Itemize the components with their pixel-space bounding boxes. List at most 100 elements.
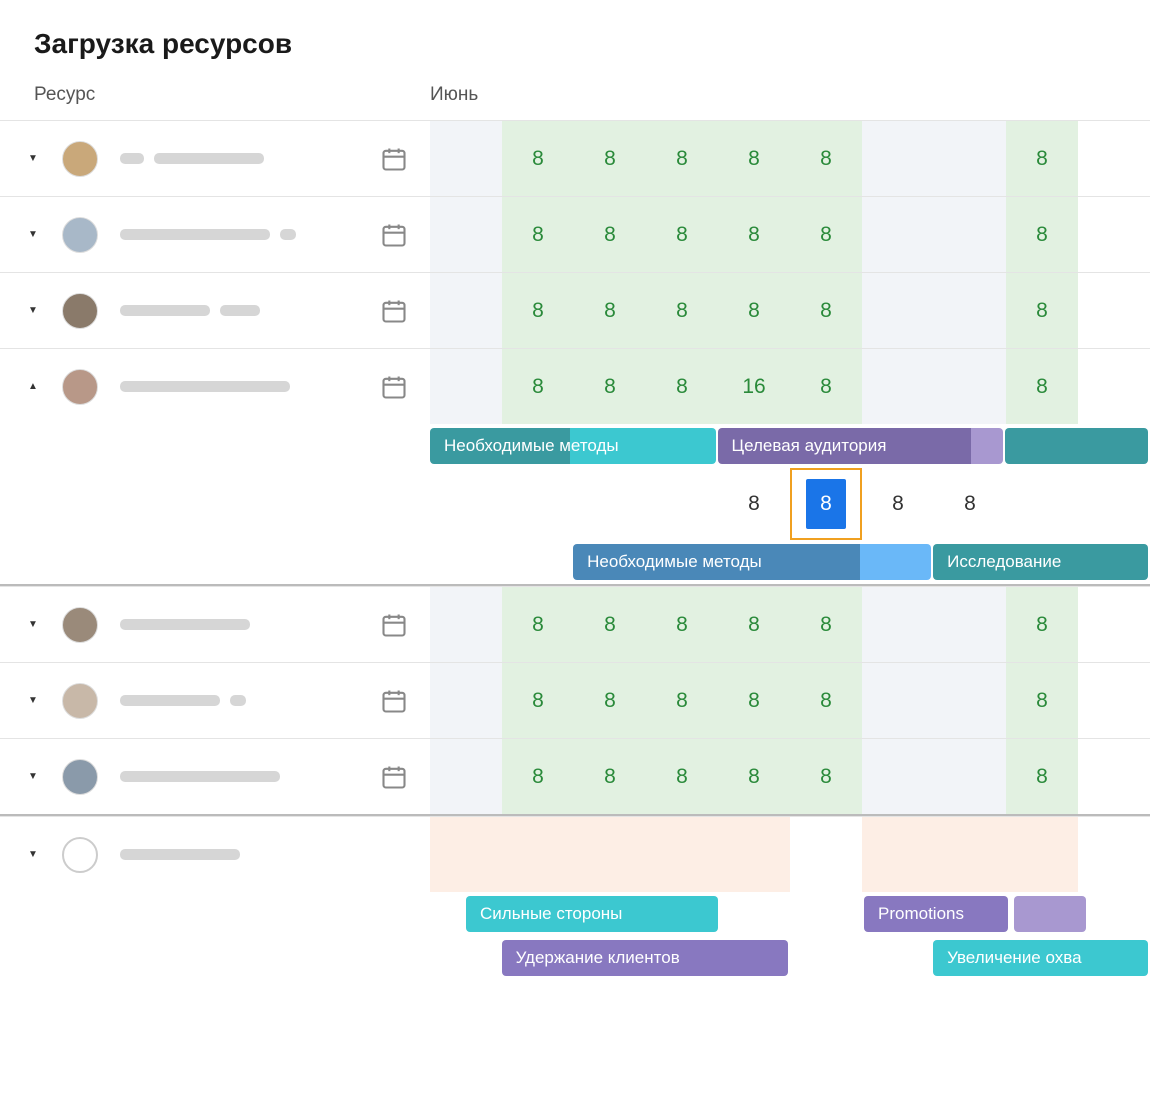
day-cell xyxy=(934,817,1006,892)
expand-toggle[interactable]: ▼ xyxy=(28,849,48,860)
task-bar[interactable]: Необходимые методы xyxy=(430,428,716,464)
task-bar-tail[interactable] xyxy=(971,428,1003,464)
calendar-icon[interactable] xyxy=(380,611,408,639)
hours-cell: 8 xyxy=(790,587,862,662)
hours-cell: 8 xyxy=(574,121,646,196)
task-row: Необходимые методыЦелевая аудитория xyxy=(0,424,1150,468)
resource-row: ▼ xyxy=(0,816,1150,892)
avatar xyxy=(62,759,98,795)
day-cell xyxy=(430,349,502,424)
day-cell xyxy=(430,273,502,348)
hours-cell: 8 xyxy=(790,663,862,738)
day-cell xyxy=(862,197,934,272)
hours-cell: 8 xyxy=(502,587,574,662)
resource-row: ▼ 888888 xyxy=(0,662,1150,738)
hours-cell: 8 xyxy=(718,663,790,738)
expand-toggle[interactable]: ▼ xyxy=(28,305,48,316)
hours-cell: 8 xyxy=(790,273,862,348)
calendar-icon[interactable] xyxy=(380,221,408,249)
day-cell xyxy=(430,739,502,814)
task-bar[interactable]: Исследование xyxy=(933,544,1148,580)
expand-toggle[interactable]: ▼ xyxy=(28,619,48,630)
avatar xyxy=(62,217,98,253)
resource-row: ▼ 888888 xyxy=(0,120,1150,196)
hours-cell: 8 xyxy=(718,587,790,662)
avatar xyxy=(62,293,98,329)
hours-cell: 8 xyxy=(502,121,574,196)
day-cell xyxy=(502,817,574,892)
task-bar[interactable]: Удержание клиентов xyxy=(502,940,788,976)
task-row: Сильные стороны Promotions xyxy=(0,892,1150,936)
hours-cell: 8 xyxy=(718,468,790,540)
hours-cell: 8 xyxy=(718,739,790,814)
day-cell xyxy=(1006,817,1078,892)
day-cell xyxy=(646,817,718,892)
hours-cell: 8 xyxy=(790,121,862,196)
task-row: Необходимые методы Исследование xyxy=(0,540,1150,584)
day-cell xyxy=(862,121,934,196)
name-placeholder xyxy=(120,229,270,240)
expand-toggle[interactable]: ▼ xyxy=(28,153,48,164)
day-cell xyxy=(862,663,934,738)
calendar-icon[interactable] xyxy=(380,297,408,325)
task-bar[interactable] xyxy=(1005,428,1148,464)
day-cell xyxy=(646,468,718,540)
day-cell xyxy=(934,587,1006,662)
hours-cell: 8 xyxy=(646,739,718,814)
highlighted-cell[interactable]: 8 xyxy=(790,468,862,540)
hours-cell: 8 xyxy=(862,468,934,540)
name-placeholder xyxy=(220,305,260,316)
hours-cell: 8 xyxy=(574,663,646,738)
task-bar[interactable]: Целевая аудитория xyxy=(718,428,972,464)
day-cell xyxy=(862,587,934,662)
task-bar[interactable]: Promotions xyxy=(864,896,1008,932)
task-bar[interactable] xyxy=(1014,896,1086,932)
day-cell xyxy=(718,817,790,892)
hours-cell: 8 xyxy=(646,587,718,662)
day-cell xyxy=(430,817,502,892)
avatar xyxy=(62,837,98,873)
task-row: Удержание клиентов Увеличение охва xyxy=(0,936,1150,980)
resource-row: ▼ 888888 xyxy=(0,196,1150,272)
hours-cell: 8 xyxy=(1006,121,1078,196)
hours-cell: 8 xyxy=(718,121,790,196)
day-cell xyxy=(934,273,1006,348)
name-placeholder xyxy=(120,305,210,316)
calendar-icon[interactable] xyxy=(380,687,408,715)
avatar xyxy=(62,141,98,177)
name-placeholder xyxy=(120,619,250,630)
day-cell xyxy=(430,121,502,196)
day-cell xyxy=(934,739,1006,814)
hours-cell: 8 xyxy=(574,587,646,662)
hours-cell: 16 xyxy=(718,349,790,424)
name-placeholder xyxy=(120,153,144,164)
calendar-icon[interactable] xyxy=(380,763,408,791)
hours-cell: 8 xyxy=(574,739,646,814)
name-placeholder xyxy=(230,695,246,706)
page-title: Загрузка ресурсов xyxy=(0,0,1150,84)
expand-toggle[interactable]: ▼ xyxy=(28,695,48,706)
hours-cell: 8 xyxy=(502,739,574,814)
hours-cell: 8 xyxy=(502,349,574,424)
day-cell xyxy=(430,587,502,662)
resource-row: ▼ 888888 xyxy=(0,586,1150,662)
expand-toggle[interactable]: ▼ xyxy=(28,771,48,782)
calendar-icon[interactable] xyxy=(380,373,408,401)
column-header-row: Ресурс Июнь xyxy=(0,84,1150,120)
hours-cell: 8 xyxy=(934,468,1006,540)
name-placeholder xyxy=(120,381,290,392)
expand-toggle[interactable]: ▼ xyxy=(28,229,48,240)
expand-toggle[interactable]: ▲ xyxy=(28,381,48,392)
hours-cell: 8 xyxy=(502,197,574,272)
task-bar[interactable]: Необходимые методы xyxy=(573,544,859,580)
name-placeholder xyxy=(154,153,264,164)
name-placeholder xyxy=(280,229,296,240)
calendar-icon[interactable] xyxy=(380,145,408,173)
hours-cell: 8 xyxy=(1006,587,1078,662)
task-bar[interactable]: Увеличение охва xyxy=(933,940,1148,976)
day-cell xyxy=(862,739,934,814)
resource-row: ▼ 888888 xyxy=(0,738,1150,814)
hours-cell: 8 xyxy=(646,121,718,196)
task-bar-tail[interactable] xyxy=(860,544,932,580)
task-bar[interactable]: Сильные стороны xyxy=(466,896,718,932)
